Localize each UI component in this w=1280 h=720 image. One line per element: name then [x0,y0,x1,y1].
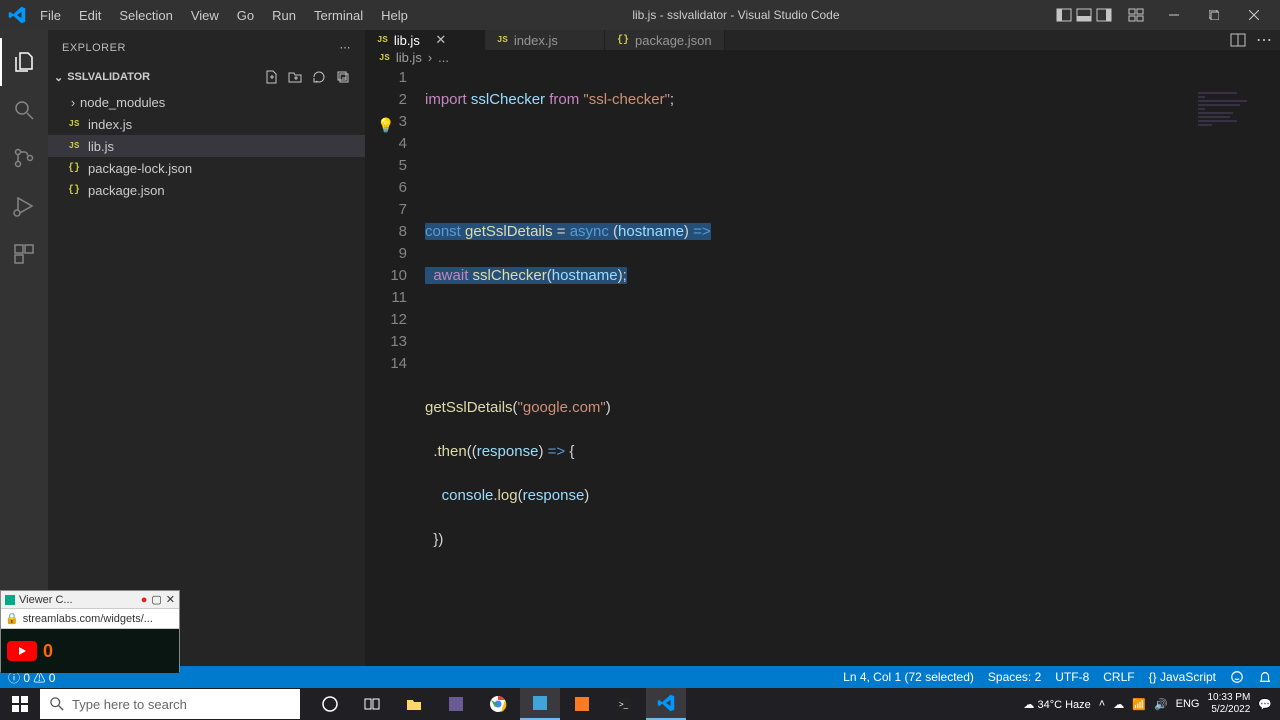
start-button[interactable] [0,688,40,720]
file-label: lib.js [88,139,114,154]
taskbar-search[interactable]: Type here to search [40,689,300,719]
code-editor[interactable]: 1234567891011121314 💡 import sslChecker … [365,65,1280,720]
js-file-icon: JS [497,35,508,45]
overlay-counter: 0 [43,641,53,662]
breadcrumb-tail: ... [438,50,449,65]
activity-extensions-icon[interactable] [0,230,48,278]
file-item-folder[interactable]: › node_modules [48,91,365,113]
menu-go[interactable]: Go [229,4,262,27]
editor-tab[interactable]: {} package.json [605,30,725,50]
overlay-favicon [5,595,15,605]
file-item[interactable]: JS lib.js [48,135,365,157]
js-file-icon: JS [379,53,390,63]
vscode-logo-icon [8,6,26,24]
menu-file[interactable]: File [32,4,69,27]
toggle-secondary-sidebar-icon[interactable] [1096,7,1112,23]
menu-terminal[interactable]: Terminal [306,4,371,27]
overlay-title: Viewer C... [19,594,137,606]
activity-bar [0,30,48,666]
editor-tab[interactable]: JS lib.js ✕ [365,30,485,50]
new-file-icon[interactable] [263,69,279,85]
close-tab-icon[interactable]: ✕ [434,33,448,47]
overlay-notification-badge: ● [141,594,148,606]
split-editor-icon[interactable] [1230,32,1246,48]
overlay-url: streamlabs.com/widgets/... [23,613,153,625]
tab-label: package.json [635,33,712,48]
line-number-gutter: 1234567891011121314 💡 [365,65,425,720]
js-file-icon: JS [377,35,388,45]
json-file-icon: {} [66,163,82,174]
menu-bar: File Edit Selection View Go Run Terminal… [32,4,416,27]
collapse-all-icon[interactable] [335,69,351,85]
editor-area: JS lib.js ✕ JS index.js {} package.json … [365,30,1280,666]
editor-tab[interactable]: JS index.js [485,30,605,50]
editor-more-icon[interactable]: ⋯ [1256,30,1272,50]
file-item[interactable]: {} package-lock.json [48,157,365,179]
search-placeholder: Type here to search [72,697,187,712]
activity-source-control-icon[interactable] [0,134,48,182]
taskbar-cortana-icon[interactable] [310,688,350,720]
menu-selection[interactable]: Selection [111,4,180,27]
file-label: node_modules [80,95,165,110]
json-file-icon: {} [617,35,629,46]
js-file-icon: JS [66,141,82,151]
window-close-button[interactable] [1236,1,1272,29]
file-item[interactable]: JS index.js [48,113,365,135]
sidebar-title: Explorer [62,42,126,54]
js-file-icon: JS [66,119,82,129]
toggle-panel-icon[interactable] [1076,7,1092,23]
menu-view[interactable]: View [183,4,227,27]
explorer-sidebar: Explorer ⋯ ⌄ SSLVALIDATOR › node_mo [48,30,365,666]
sidebar-header: Explorer ⋯ [48,30,365,65]
window-minimize-button[interactable] [1156,1,1192,29]
file-label: package-lock.json [88,161,192,176]
file-tree: › node_modules JS index.js JS lib.js {} … [48,89,365,666]
project-header[interactable]: ⌄ SSLVALIDATOR [48,65,365,89]
menu-edit[interactable]: Edit [71,4,109,27]
activity-search-icon[interactable] [0,86,48,134]
lightbulb-icon[interactable]: 💡 [377,114,394,136]
tab-label: index.js [514,33,558,48]
sidebar-more-icon[interactable]: ⋯ [340,41,352,54]
chevron-right-icon: › [66,95,80,110]
overlay-maximize-icon[interactable]: ▢ [151,593,161,606]
breadcrumb[interactable]: JS lib.js › ... [365,50,1280,65]
customize-layout-icon[interactable] [1128,7,1144,23]
youtube-icon [7,641,37,661]
refresh-icon[interactable] [311,69,327,85]
menu-run[interactable]: Run [264,4,304,27]
activity-explorer-icon[interactable] [0,38,48,86]
overlay-browser-window[interactable]: Viewer C... ● ▢ ✕ 🔒 streamlabs.com/widge… [0,590,180,672]
lock-icon: 🔒 [5,612,19,625]
layout-buttons [1056,7,1144,23]
file-item[interactable]: {} package.json [48,179,365,201]
toggle-primary-sidebar-icon[interactable] [1056,7,1072,23]
code-content[interactable]: import sslChecker from "ssl-checker"; co… [425,65,1280,720]
breadcrumb-file: lib.js [396,50,422,65]
overlay-close-icon[interactable]: ✕ [166,593,175,606]
json-file-icon: {} [66,185,82,196]
new-folder-icon[interactable] [287,69,303,85]
minimap[interactable] [1198,92,1268,192]
title-bar: File Edit Selection View Go Run Terminal… [0,0,1280,30]
chevron-down-icon: ⌄ [54,71,63,84]
menu-help[interactable]: Help [373,4,416,27]
window-maximize-button[interactable] [1196,1,1232,29]
breadcrumb-separator: › [428,50,432,65]
window-title: lib.js - sslvalidator - Visual Studio Co… [416,8,1056,22]
activity-run-debug-icon[interactable] [0,182,48,230]
project-name: SSLVALIDATOR [67,71,150,83]
file-label: index.js [88,117,132,132]
tab-label: lib.js [394,33,420,48]
editor-tab-bar: JS lib.js ✕ JS index.js {} package.json … [365,30,1280,50]
file-label: package.json [88,183,165,198]
